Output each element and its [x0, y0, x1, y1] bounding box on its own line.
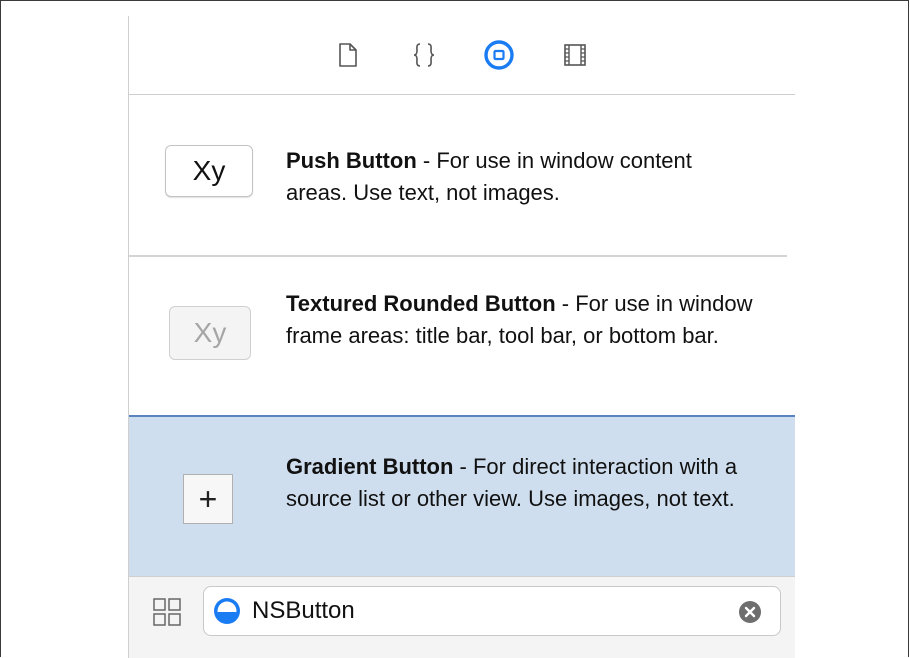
push-button-preview: Xy	[165, 145, 253, 197]
library-item-gradient-button[interactable]: + Gradient Button - For direct interacti…	[129, 417, 795, 576]
object-library-icon[interactable]	[482, 38, 516, 72]
clear-icon[interactable]	[738, 600, 762, 624]
grid-view-icon[interactable]	[150, 595, 184, 629]
library-item-push-button[interactable]: Xy Push Button - For use in window conte…	[129, 95, 795, 255]
filter-bar	[129, 576, 795, 658]
textured-rounded-button-description: Textured Rounded Button - For use in win…	[286, 288, 756, 352]
item-name: Push Button	[286, 148, 417, 173]
object-filter-icon[interactable]	[211, 595, 243, 627]
library-item-textured-rounded-button[interactable]: Xy Textured Rounded Button - For use in …	[129, 257, 795, 415]
push-button-description: Push Button - For use in window content …	[286, 145, 756, 209]
gradient-button-preview: +	[183, 474, 233, 524]
item-name: Gradient Button	[286, 454, 454, 479]
textured-rounded-button-preview: Xy	[169, 306, 251, 360]
braces-icon[interactable]	[407, 38, 441, 72]
filter-field[interactable]	[203, 586, 781, 636]
library-toolbar	[129, 16, 795, 95]
file-icon[interactable]	[331, 38, 365, 72]
object-library-panel: Xy Push Button - For use in window conte…	[128, 16, 795, 658]
filter-input[interactable]	[252, 593, 722, 629]
item-name: Textured Rounded Button	[286, 291, 556, 316]
media-library-icon[interactable]	[558, 38, 592, 72]
gradient-button-description: Gradient Button - For direct interaction…	[286, 451, 756, 515]
